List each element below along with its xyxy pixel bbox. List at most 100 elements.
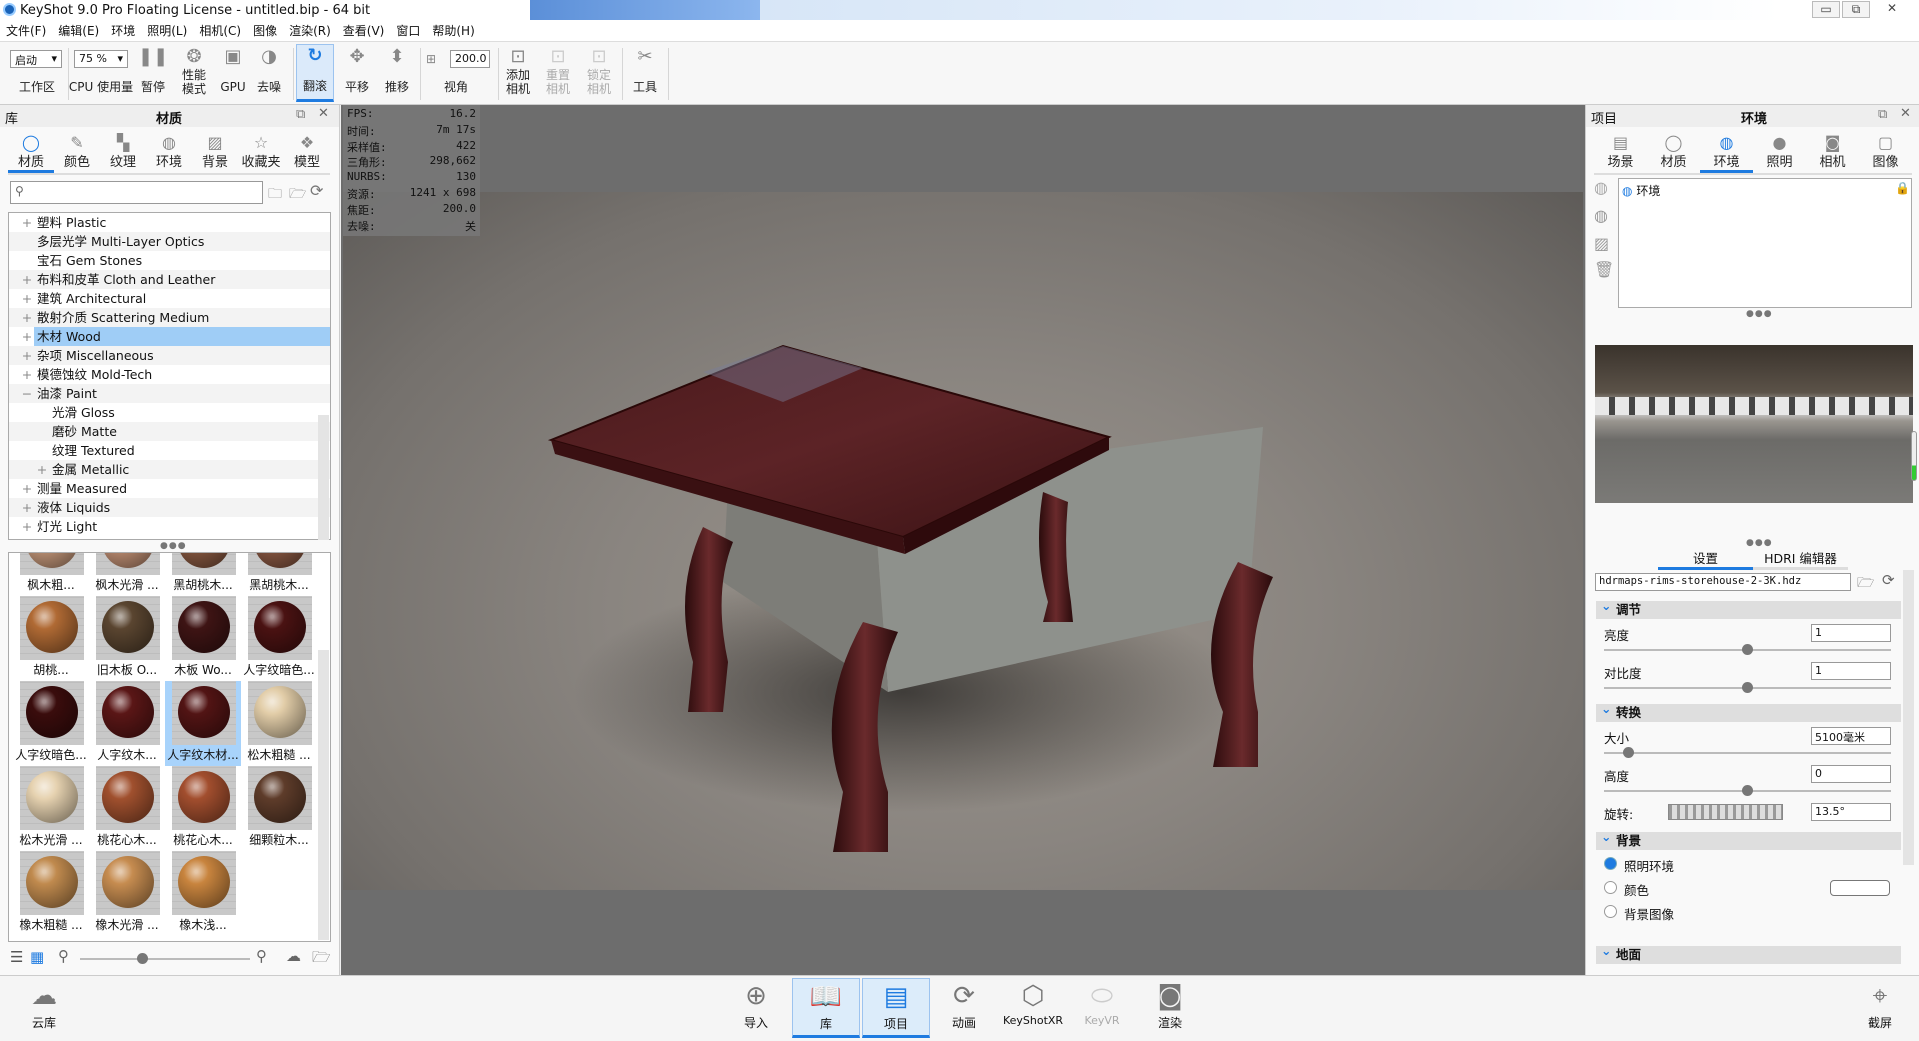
undock-icon[interactable]: ⧉ <box>296 107 305 122</box>
menu-render[interactable]: 渲染(R) <box>283 22 337 39</box>
subtab-settings[interactable]: 设置 <box>1658 548 1753 570</box>
tree-item[interactable]: 光滑 Gloss <box>9 403 330 422</box>
lock-icon[interactable]: 🔒 <box>1895 181 1910 195</box>
environment-list-item[interactable]: ◍ 环境 <box>1622 182 1902 198</box>
upload-cloud-icon[interactable]: ☁ <box>286 947 301 965</box>
tree-item[interactable]: 多层光学 Multi-Layer Optics <box>9 232 330 251</box>
tab-colors[interactable]: ✎ 颜色 <box>54 130 100 173</box>
material-thumbnail[interactable]: 橡木浅... <box>165 851 241 936</box>
material-thumbnail[interactable]: 人字纹暗色... <box>13 681 89 766</box>
project-toggle-button[interactable]: ▤ 项目 <box>862 978 930 1038</box>
animation-button[interactable]: ⟳ 动画 <box>930 978 998 1038</box>
library-search-input[interactable]: ⚲ <box>10 181 263 204</box>
rotation-jog-wheel[interactable] <box>1668 804 1783 820</box>
dolly-button[interactable]: ⬍ 推移 <box>382 46 412 94</box>
menu-image[interactable]: 图像 <box>247 22 283 39</box>
open-folder-icon[interactable]: 🗁 <box>1857 572 1874 596</box>
zoom-out-icon[interactable]: ⚲ <box>58 947 69 965</box>
tab-lighting[interactable]: ● 照明 <box>1753 130 1806 173</box>
expand-toggle-icon[interactable]: − <box>21 384 33 403</box>
expand-toggle-icon[interactable]: + <box>21 498 33 517</box>
material-thumbnail[interactable]: 人字纹暗色... <box>241 596 317 681</box>
restore-button[interactable]: ⧉ <box>1842 1 1870 18</box>
menu-view[interactable]: 查看(V) <box>337 22 391 39</box>
slider-handle[interactable] <box>137 953 148 964</box>
import-folder-icon[interactable]: 🗁 <box>289 183 306 207</box>
slider-handle[interactable] <box>1742 682 1753 693</box>
hdri-preview[interactable] <box>1595 345 1913 503</box>
zoom-in-icon[interactable]: ⚲ <box>256 947 267 965</box>
thumbnail-size-slider[interactable] <box>80 953 250 964</box>
tree-item[interactable]: + 布料和皮革 Cloth and Leather <box>9 270 330 289</box>
pan-button[interactable]: ✥ 平移 <box>342 46 372 94</box>
brightness-slider[interactable] <box>1604 644 1891 655</box>
add-image-icon[interactable]: ▨ <box>1594 234 1609 253</box>
tree-item[interactable]: 纹理 Textured <box>9 441 330 460</box>
gpu-button[interactable]: ▣ GPU <box>218 46 248 94</box>
height-input[interactable]: 0 <box>1811 765 1891 783</box>
close-panel-icon[interactable]: ✕ <box>1900 106 1911 121</box>
import-button[interactable]: ⊕ 导入 <box>722 978 790 1038</box>
add-camera-button[interactable]: ⊡ 添加 相机 <box>502 46 534 96</box>
material-thumbnail[interactable]: 桃花心木... <box>165 766 241 851</box>
list-view-icon[interactable]: ☰ <box>10 948 23 966</box>
tab-environments[interactable]: ◍ 环境 <box>146 130 192 173</box>
brightness-input[interactable]: 1 <box>1811 624 1891 642</box>
material-thumbnail[interactable]: 枫木光滑 ... <box>89 553 165 596</box>
menu-camera[interactable]: 相机(C) <box>193 22 247 39</box>
tree-item[interactable]: + 模德蚀纹 Mold-Tech <box>9 365 330 384</box>
material-thumbnail[interactable]: 橡木光滑 ... <box>89 851 165 936</box>
pause-button[interactable]: ❚❚ 暂停 <box>138 46 168 94</box>
menu-window[interactable]: 窗口 <box>390 22 426 39</box>
tree-item[interactable]: + 液体 Liquids <box>9 498 330 517</box>
menu-file[interactable]: 文件(F) <box>0 22 52 39</box>
new-folder-icon[interactable]: 🗀 <box>268 183 282 207</box>
contrast-input[interactable]: 1 <box>1811 662 1891 680</box>
section-ground[interactable]: 地面 <box>1596 942 1901 964</box>
refresh-icon[interactable]: ⟳ <box>310 181 323 200</box>
cloud-library-button[interactable]: ☁ 云库 <box>10 978 78 1038</box>
tree-item[interactable]: 磨砂 Matte <box>9 422 330 441</box>
undock-icon[interactable]: ⧉ <box>1878 107 1887 122</box>
splitter-handle[interactable]: ●●● <box>1746 309 1773 319</box>
denoise-button[interactable]: ◑ 去噪 <box>254 46 284 94</box>
tab-image[interactable]: ▢ 图像 <box>1859 130 1912 173</box>
tab-backgrounds[interactable]: ▨ 背景 <box>192 130 238 173</box>
tab-material[interactable]: ◯ 材质 <box>1647 130 1700 173</box>
rotation-input[interactable]: 13.5° <box>1811 803 1891 821</box>
refresh-icon[interactable]: ⟳ <box>1882 571 1895 589</box>
tree-item[interactable]: 宝石 Gem Stones <box>9 251 330 270</box>
section-adjust[interactable]: 调节 <box>1596 597 1901 619</box>
export-folder-icon[interactable]: 🗁 <box>312 947 331 972</box>
material-thumbnail[interactable]: 胡桃... <box>13 596 89 681</box>
tumble-button[interactable]: ↻ 翻滚 <box>296 44 334 102</box>
duplicate-environment-icon[interactable]: ◍ <box>1594 178 1608 197</box>
slider-handle[interactable] <box>1742 644 1753 655</box>
menu-help[interactable]: 帮助(H) <box>426 22 480 39</box>
tab-textures[interactable]: ▚ 纹理 <box>100 130 146 173</box>
grid-scrollbar[interactable] <box>318 650 329 940</box>
keyvr-button[interactable]: ⬭ KeyVR <box>1068 978 1136 1038</box>
radio-color[interactable] <box>1604 881 1617 894</box>
expand-toggle-icon[interactable]: + <box>21 517 33 536</box>
expand-toggle-icon[interactable]: + <box>21 346 33 365</box>
material-thumbnail[interactable]: 桃花心木... <box>89 766 165 851</box>
delete-icon[interactable]: 🗑 <box>1594 260 1614 279</box>
field-of-view-input[interactable]: 200.0 <box>450 50 490 68</box>
tree-item[interactable]: − 油漆 Paint <box>9 384 330 403</box>
material-thumbnail[interactable]: 人字纹木... <box>89 681 165 766</box>
size-slider[interactable] <box>1604 747 1891 758</box>
radio-lighting-environment[interactable] <box>1604 857 1617 870</box>
background-color-swatch[interactable] <box>1830 880 1890 896</box>
settings-scrollbar[interactable] <box>1903 570 1914 865</box>
workspace-select[interactable]: 启动 ▾ <box>10 50 62 68</box>
expand-toggle-icon[interactable]: + <box>21 289 33 308</box>
splitter-handle[interactable]: ●●● <box>1746 538 1773 548</box>
menu-environment[interactable]: 环境 <box>105 22 141 39</box>
expand-toggle-icon[interactable]: + <box>21 327 33 346</box>
expand-toggle-icon[interactable]: + <box>21 365 33 384</box>
section-transform[interactable]: 转换 <box>1596 700 1901 722</box>
lock-camera-button[interactable]: ⊡ 锁定 相机 <box>583 46 615 96</box>
slider-handle[interactable] <box>1623 747 1635 758</box>
expand-toggle-icon[interactable]: + <box>21 270 33 289</box>
